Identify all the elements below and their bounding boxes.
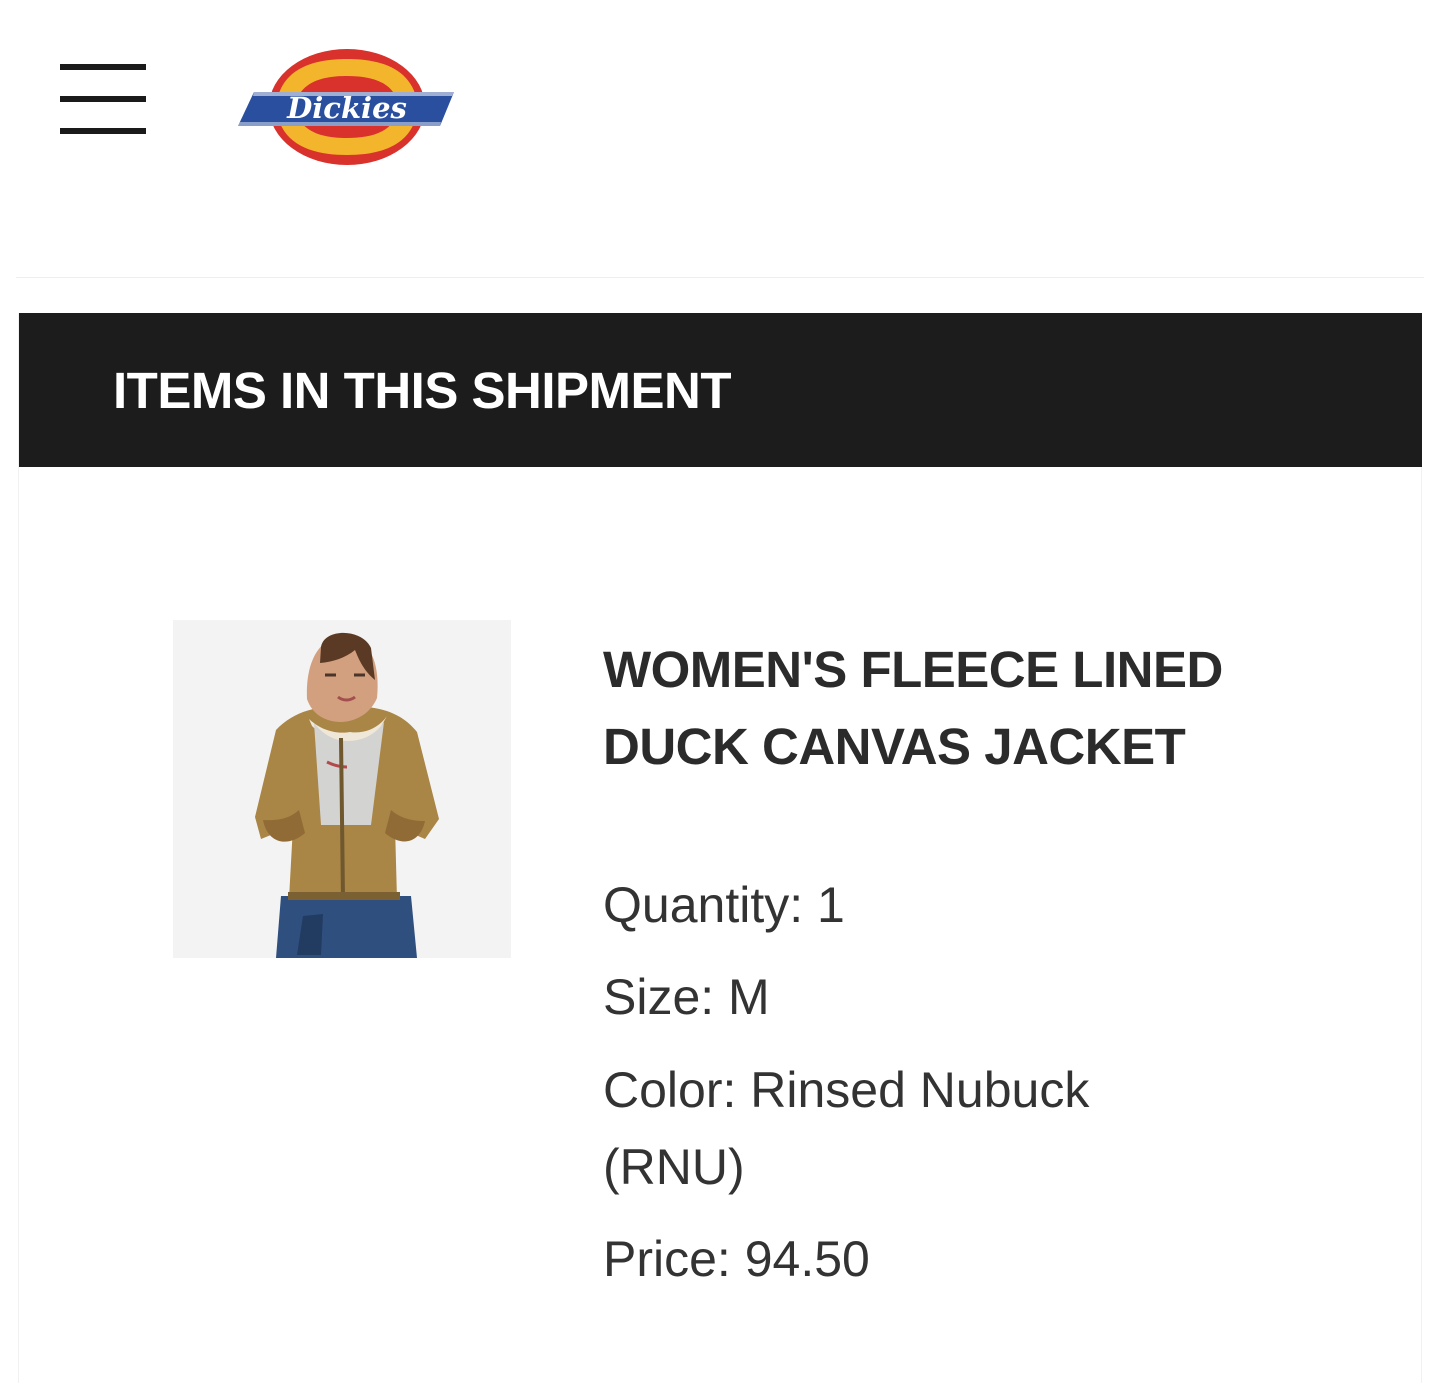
- header-divider: [16, 277, 1424, 278]
- menu-bar-top: [60, 64, 146, 70]
- product-color: Color: Rinsed Nubuck (RNU): [603, 1062, 1090, 1195]
- product-quantity: Quantity: 1: [603, 877, 845, 933]
- product-name[interactable]: WOMEN'S FLEECE LINED DUCK CANVAS JACKET: [603, 631, 1243, 785]
- hamburger-menu-icon[interactable]: [60, 64, 146, 136]
- product-size: Size: M: [603, 969, 770, 1025]
- shipment-header-bar: ITEMS IN THIS SHIPMENT: [19, 313, 1422, 467]
- shipment-panel: ITEMS IN THIS SHIPMENT WOMEN'S FLEECE LI…: [18, 313, 1422, 1383]
- shipment-title: ITEMS IN THIS SHIPMENT: [113, 362, 732, 419]
- site-header: Dickies: [0, 0, 1440, 278]
- product-photo-jacket: [173, 620, 511, 958]
- product-price: Price: 94.50: [603, 1231, 870, 1287]
- product-image[interactable]: [173, 620, 511, 958]
- dickies-logo[interactable]: Dickies: [236, 44, 458, 170]
- logo-wordmark: Dickies: [286, 91, 407, 125]
- menu-bar-bottom: [60, 128, 146, 134]
- menu-bar-middle: [60, 96, 146, 102]
